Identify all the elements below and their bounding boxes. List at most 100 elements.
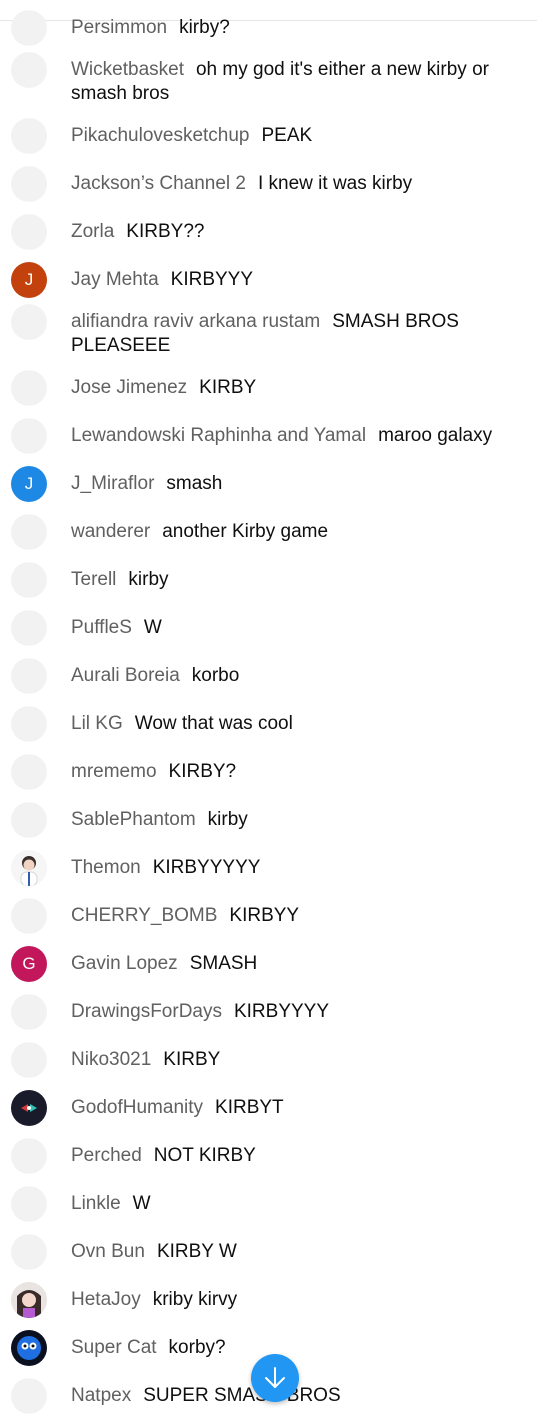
- avatar[interactable]: [11, 610, 47, 646]
- avatar[interactable]: J: [11, 466, 47, 502]
- chat-message[interactable]: Persimmon kirby?: [0, 10, 537, 46]
- chat-message[interactable]: G Gavin Lopez SMASH: [0, 946, 537, 982]
- chat-message[interactable]: alifiandra raviv arkana rustam SMASH BROS…: [0, 304, 537, 358]
- avatar[interactable]: [11, 514, 47, 550]
- author-name[interactable]: HetaJoy: [71, 1289, 141, 1310]
- avatar[interactable]: [11, 418, 47, 454]
- chat-message[interactable]: wanderer another Kirby game: [0, 514, 537, 550]
- avatar[interactable]: [11, 1186, 47, 1222]
- avatar[interactable]: [11, 562, 47, 598]
- avatar-letter: J: [24, 474, 34, 493]
- message-text: NOT KIRBY: [153, 1145, 256, 1166]
- chat-feed[interactable]: Persimmon kirby? Wicketbasket oh my god it'…: [0, 0, 537, 1414]
- chat-message[interactable]: Jose Jimenez KIRBY: [0, 370, 537, 406]
- author-name[interactable]: J_Miraflor: [71, 473, 154, 494]
- message-text: KIRBYY: [229, 905, 300, 926]
- avatar[interactable]: [11, 166, 47, 202]
- author-name[interactable]: Perched: [71, 1145, 142, 1166]
- author-name[interactable]: SablePhantom: [71, 809, 196, 830]
- avatar[interactable]: G: [11, 946, 47, 982]
- author-name[interactable]: Pikachulovesketchup: [71, 125, 250, 146]
- avatar[interactable]: [11, 1378, 47, 1414]
- avatar[interactable]: [11, 1138, 47, 1174]
- avatar[interactable]: [11, 1330, 47, 1366]
- message-text: Wow that was cool: [134, 713, 293, 734]
- chat-message[interactable]: Zorla KIRBY??: [0, 214, 537, 250]
- chat-message[interactable]: SablePhantom kirby: [0, 802, 537, 838]
- author-name[interactable]: Zorla: [71, 221, 114, 242]
- message-content: Jay Mehta KIRBYYY: [71, 268, 521, 292]
- author-name[interactable]: Themon: [71, 857, 141, 878]
- chat-message[interactable]: Pikachulovesketchup PEAK: [0, 118, 537, 154]
- avatar[interactable]: [11, 1042, 47, 1078]
- author-name[interactable]: PuffleS: [71, 617, 132, 638]
- author-name[interactable]: Jose Jimenez: [71, 377, 187, 398]
- message-content: Gavin Lopez SMASH: [71, 952, 521, 976]
- author-name[interactable]: Terell: [71, 569, 116, 590]
- message-text: KIRBYYYY: [233, 1001, 330, 1022]
- chat-message[interactable]: Ovn Bun KIRBY W: [0, 1234, 537, 1270]
- chat-message[interactable]: Jackson’s Channel 2 I knew it was kirby: [0, 166, 537, 202]
- message-text: kirby: [207, 809, 248, 830]
- scroll-to-bottom-button[interactable]: [251, 1354, 299, 1402]
- author-name[interactable]: alifiandra raviv arkana rustam: [71, 311, 320, 332]
- chat-message[interactable]: Lil KG Wow that was cool: [0, 706, 537, 742]
- chat-message[interactable]: Terell kirby: [0, 562, 537, 598]
- avatar-photo: [11, 850, 47, 886]
- author-name[interactable]: Linkle: [71, 1193, 121, 1214]
- avatar[interactable]: [11, 304, 47, 340]
- author-name[interactable]: Wicketbasket: [71, 59, 184, 80]
- avatar[interactable]: [11, 706, 47, 742]
- avatar[interactable]: [11, 850, 47, 886]
- avatar[interactable]: J: [11, 262, 47, 298]
- author-name[interactable]: Natpex: [71, 1385, 131, 1406]
- author-name[interactable]: Niko3021: [71, 1049, 151, 1070]
- avatar[interactable]: [11, 52, 47, 88]
- message-content: Lil KG Wow that was cool: [71, 712, 521, 736]
- author-name[interactable]: Aurali Boreia: [71, 665, 180, 686]
- message-content: alifiandra raviv arkana rustam SMASH BROS…: [71, 310, 521, 358]
- author-name[interactable]: DrawingsForDays: [71, 1001, 222, 1022]
- avatar[interactable]: [11, 10, 47, 46]
- chat-message[interactable]: CHERRY_BOMB KIRBYY: [0, 898, 537, 934]
- chat-message[interactable]: Wicketbasket oh my god it's either a new …: [0, 52, 537, 106]
- chat-message[interactable]: J Jay Mehta KIRBYYY: [0, 262, 537, 298]
- author-name[interactable]: Persimmon: [71, 17, 167, 38]
- message-content: Persimmon kirby?: [71, 16, 521, 40]
- chat-message[interactable]: PuffleS W: [0, 610, 537, 646]
- avatar[interactable]: [11, 1234, 47, 1270]
- avatar[interactable]: [11, 118, 47, 154]
- chat-message[interactable]: HetaJoy kriby kirvy: [0, 1282, 537, 1318]
- avatar[interactable]: [11, 994, 47, 1030]
- author-name[interactable]: wanderer: [71, 521, 150, 542]
- chat-message[interactable]: J J_Miraflor smash: [0, 466, 537, 502]
- chat-message[interactable]: Linkle W: [0, 1186, 537, 1222]
- chat-message[interactable]: mrememo KIRBY?: [0, 754, 537, 790]
- avatar[interactable]: [11, 658, 47, 694]
- avatar[interactable]: [11, 214, 47, 250]
- avatar[interactable]: [11, 1282, 47, 1318]
- chat-message[interactable]: Aurali Boreia korbo: [0, 658, 537, 694]
- author-name[interactable]: Jackson’s Channel 2: [71, 173, 246, 194]
- author-name[interactable]: GodofHumanity: [71, 1097, 203, 1118]
- message-text: KIRBYYY: [170, 269, 254, 290]
- author-name[interactable]: Lewandowski Raphinha and Yamal: [71, 425, 366, 446]
- avatar[interactable]: [11, 370, 47, 406]
- chat-message[interactable]: DrawingsForDays KIRBYYYY: [0, 994, 537, 1030]
- author-name[interactable]: Gavin Lopez: [71, 953, 178, 974]
- avatar[interactable]: [11, 802, 47, 838]
- avatar[interactable]: [11, 898, 47, 934]
- author-name[interactable]: Ovn Bun: [71, 1241, 145, 1262]
- chat-message[interactable]: Niko3021 KIRBY: [0, 1042, 537, 1078]
- avatar[interactable]: [11, 754, 47, 790]
- chat-message[interactable]: Lewandowski Raphinha and Yamal maroo gala…: [0, 418, 537, 454]
- avatar[interactable]: [11, 1090, 47, 1126]
- chat-message[interactable]: Perched NOT KIRBY: [0, 1138, 537, 1174]
- chat-message[interactable]: Themon KIRBYYYYY: [0, 850, 537, 886]
- chat-message[interactable]: GodofHumanity KIRBYT: [0, 1090, 537, 1126]
- author-name[interactable]: CHERRY_BOMB: [71, 905, 217, 926]
- author-name[interactable]: Jay Mehta: [71, 269, 159, 290]
- author-name[interactable]: mrememo: [71, 761, 157, 782]
- author-name[interactable]: Super Cat: [71, 1337, 157, 1358]
- author-name[interactable]: Lil KG: [71, 713, 123, 734]
